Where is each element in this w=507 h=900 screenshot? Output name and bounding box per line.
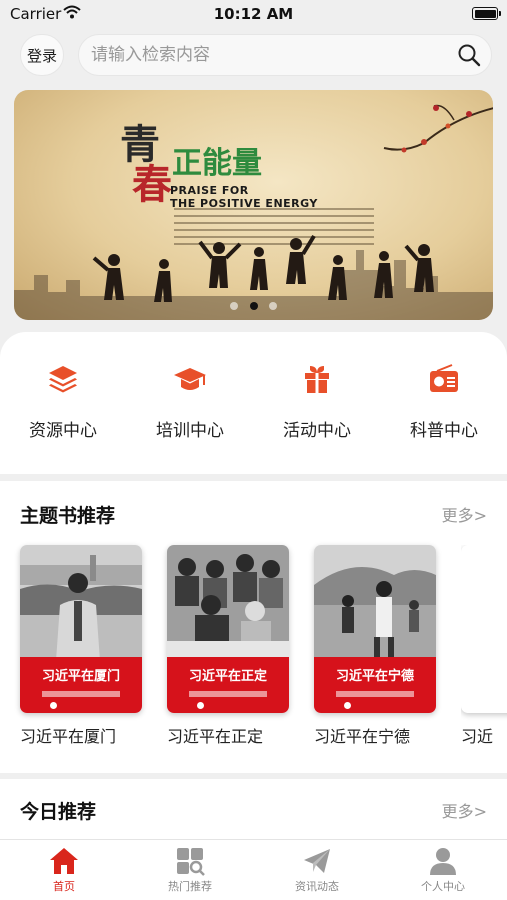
cover-subtitle-bar <box>336 691 414 697</box>
battery-icon <box>472 7 501 20</box>
publisher-emblem <box>50 702 57 709</box>
tab-label: 个人中心 <box>421 880 465 893</box>
book-title: 习近平在宁德 <box>314 727 411 746</box>
theme-books-section: 主题书推荐 更多> 习近平在厦门 习近平在厦门 习近平在正定 习近平在正定 习近… <box>0 481 507 773</box>
publisher-emblem <box>344 702 351 709</box>
status-bar: Carrier 10:12 AM <box>0 0 507 30</box>
banner-title-char-2: 春 <box>132 161 172 208</box>
layers-icon <box>49 366 77 393</box>
banner-headline: 正能量 <box>172 146 262 181</box>
cover-title: 习近平在正定 <box>188 669 267 684</box>
search-icon[interactable] <box>457 43 481 67</box>
nav-science-center[interactable]: 科普中心 <box>394 362 494 441</box>
book-card-partial[interactable]: 习近 <box>461 545 507 747</box>
nav-activity-center[interactable]: 活动中心 <box>267 362 367 441</box>
cover-subtitle-bar <box>42 691 120 697</box>
tab-label: 热门推荐 <box>168 880 212 893</box>
cover-photo <box>314 545 436 661</box>
publisher-emblem <box>197 702 204 709</box>
book-cover[interactable]: 习近平在宁德 <box>314 545 436 713</box>
gift-icon <box>305 366 329 393</box>
home-icon <box>50 848 78 874</box>
quick-nav-panel: 资源中心 培训中心 活动中心 科普中心 <box>0 332 507 474</box>
cover-title: 习近平在厦门 <box>41 669 120 684</box>
today-recommend-section: 今日推荐 更多> <box>0 779 507 839</box>
book-card[interactable]: 习近平在宁德 习近平在宁德 <box>314 545 436 747</box>
section-title: 主题书推荐 <box>20 505 116 527</box>
user-icon <box>430 848 456 875</box>
tab-profile[interactable]: 个人中心 <box>383 846 503 894</box>
cover-title: 习近平在宁德 <box>335 669 414 684</box>
tab-label: 首页 <box>53 880 75 893</box>
paper-plane-icon <box>304 849 330 873</box>
more-link[interactable]: 更多> <box>442 798 487 822</box>
more-link[interactable]: 更多> <box>442 502 487 526</box>
nav-label: 培训中心 <box>156 421 224 441</box>
carousel-dot-active[interactable] <box>249 302 258 310</box>
book-title: 习近平在正定 <box>167 727 264 746</box>
cover-photo <box>167 545 289 661</box>
book-cover[interactable]: 习近平在正定 <box>167 545 289 713</box>
search-input[interactable] <box>91 35 441 75</box>
login-button[interactable]: 登录 <box>20 34 64 76</box>
banner-english-line-1: PRAISE FOR <box>170 184 249 197</box>
carousel-dot[interactable] <box>230 302 239 310</box>
carousel-dot[interactable] <box>268 302 277 310</box>
book-title: 习近 <box>461 727 494 746</box>
graduation-cap-icon <box>174 368 206 390</box>
section-title: 今日推荐 <box>20 801 97 823</box>
book-title: 习近平在厦门 <box>20 727 117 746</box>
book-cover[interactable] <box>461 545 507 713</box>
tab-news[interactable]: 资讯动态 <box>257 846 377 894</box>
tab-label: 资讯动态 <box>295 880 339 893</box>
nav-label: 科普中心 <box>410 421 478 441</box>
bottom-tab-bar: 首页 热门推荐 资讯动态 个人中心 <box>0 839 507 900</box>
nav-training-center[interactable]: 培训中心 <box>140 362 240 441</box>
book-card[interactable]: 习近平在厦门 习近平在厦门 <box>20 545 142 747</box>
tab-hot-recommend[interactable]: 热门推荐 <box>130 846 250 894</box>
carousel-indicator <box>14 295 493 314</box>
banner-english-text: PRAISE FOR THE POSITIVE ENERGY <box>170 184 318 210</box>
book-card[interactable]: 习近平在正定 习近平在正定 <box>167 545 289 747</box>
radio-icon <box>430 364 458 392</box>
cover-photo <box>20 545 142 661</box>
clock-time: 10:12 AM <box>213 5 294 23</box>
search-bar[interactable] <box>78 34 492 76</box>
cover-subtitle-bar <box>189 691 267 697</box>
nav-label: 活动中心 <box>283 421 351 441</box>
book-cover[interactable]: 习近平在厦门 <box>20 545 142 713</box>
plum-branch-illustration <box>383 104 493 153</box>
hot-recommend-icon <box>177 848 205 876</box>
nav-resource-center[interactable]: 资源中心 <box>13 362 113 441</box>
tab-home[interactable]: 首页 <box>4 846 124 894</box>
nav-label: 资源中心 <box>29 421 97 441</box>
banner-carousel[interactable]: 青 春 正能量 PRAISE FOR THE POSITIVE ENERGY <box>14 90 493 320</box>
